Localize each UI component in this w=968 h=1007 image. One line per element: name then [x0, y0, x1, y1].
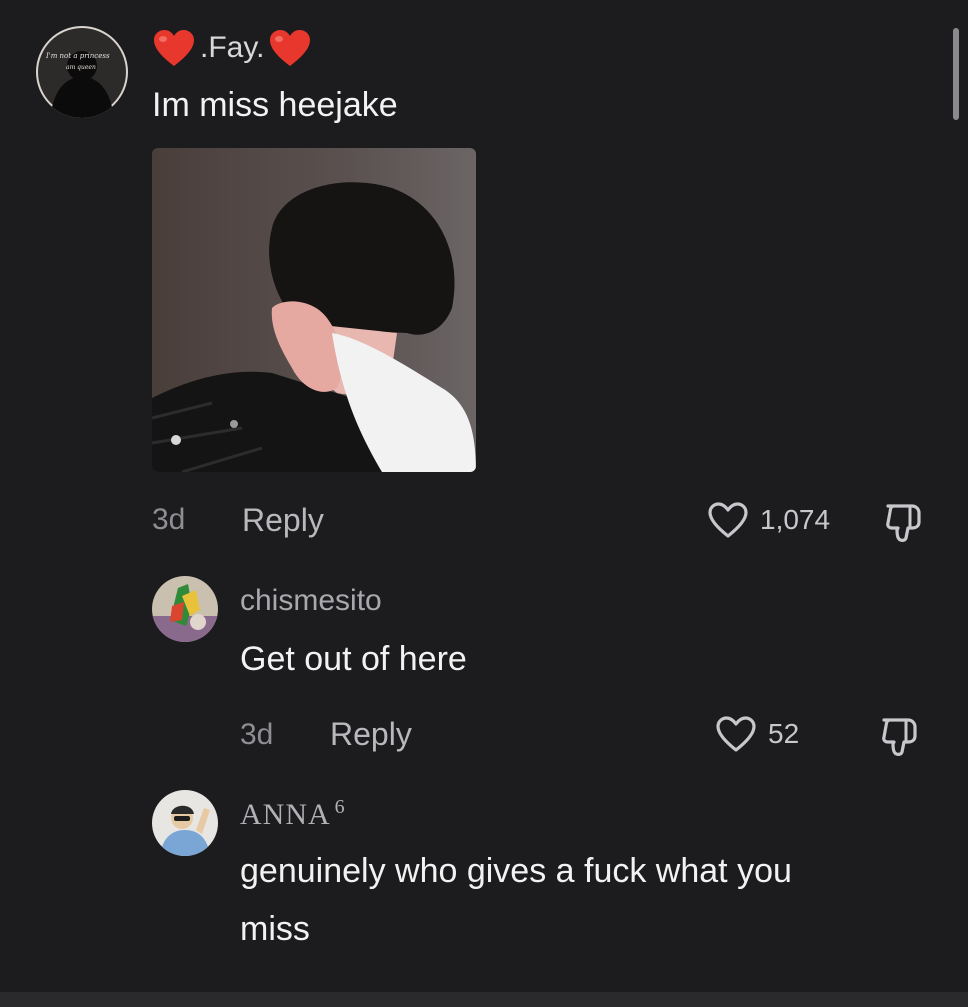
reply-button-fay[interactable]: Reply — [242, 502, 324, 539]
reply-button-chismesito[interactable]: Reply — [330, 716, 412, 753]
username-row-fay[interactable]: .Fay. — [152, 26, 312, 70]
bottom-edge — [0, 992, 968, 1007]
scrollbar-thumb[interactable] — [953, 28, 959, 120]
comment-text-chismesito: Get out of here — [240, 640, 467, 678]
avatar-script-text-2: am queen — [66, 64, 96, 71]
comment-photo[interactable] — [152, 148, 476, 472]
comment-text-anna-line1: genuinely who gives a fuck what you — [240, 852, 792, 890]
username-chismesito[interactable]: chismesito — [240, 584, 382, 618]
avatar-chismesito[interactable] — [152, 576, 218, 642]
username-fay[interactable]: .Fay. — [196, 31, 268, 65]
dislike-button-fay[interactable] — [882, 500, 926, 544]
thumbs-down-outline-icon — [882, 718, 917, 756]
comment-text-anna-line2: miss — [240, 910, 310, 948]
avatar-anna[interactable] — [152, 790, 218, 856]
like-count-fay: 1,074 — [760, 504, 831, 535]
like-count-chismesito: 52 — [768, 718, 800, 749]
like-button-fay[interactable]: 1,074 — [706, 500, 830, 540]
dislike-button-chismesito[interactable] — [878, 714, 922, 758]
username-anna-text[interactable]: ANNA — [240, 798, 331, 831]
username-anna[interactable]: ANNA 6 — [240, 796, 346, 832]
avatar-fay[interactable]: I'm not a princess am queen — [36, 26, 128, 118]
heart-outline-icon — [714, 714, 758, 754]
thumbs-down-outline-icon — [886, 504, 921, 542]
timestamp-chismesito: 3d — [240, 718, 274, 751]
comment-text-fay: Im miss heejake — [152, 86, 398, 124]
like-button-chismesito[interactable]: 52 — [714, 714, 799, 754]
red-heart-emoji-icon — [154, 30, 194, 66]
red-heart-emoji-icon — [270, 30, 311, 66]
avatar-script-text-1: I'm not a princess — [45, 52, 110, 60]
heart-outline-icon — [706, 500, 750, 540]
username-anna-superscript: 6 — [334, 796, 346, 818]
timestamp-fay: 3d — [152, 503, 186, 536]
